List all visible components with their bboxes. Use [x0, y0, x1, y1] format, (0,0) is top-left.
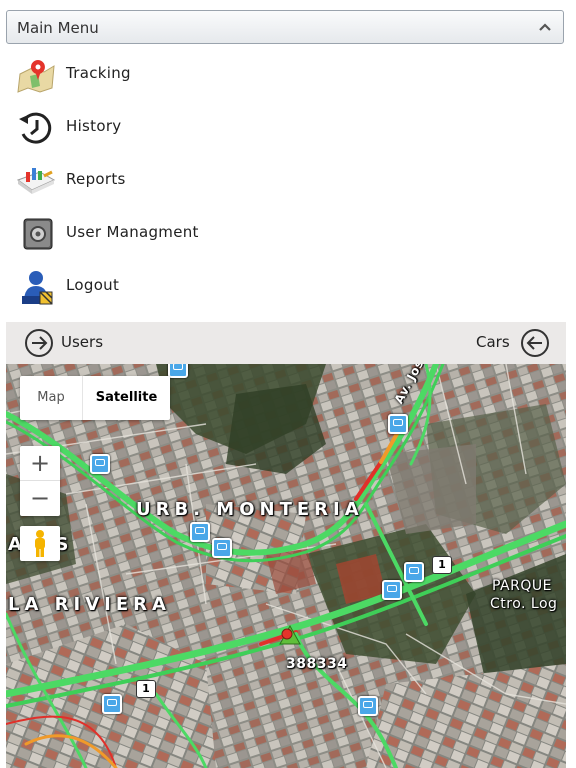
- menu-item-label: Logout: [66, 276, 120, 294]
- logout-icon: [22, 271, 53, 305]
- bus-stop-icon[interactable]: [190, 522, 210, 542]
- map-pin-icon: [17, 60, 55, 93]
- menu-item-label: Tracking: [66, 64, 131, 82]
- arrow-right-circle-icon[interactable]: [24, 328, 54, 358]
- bus-stop-icon[interactable]: [102, 694, 122, 714]
- satellite-imagery: [6, 364, 566, 768]
- pegman-icon: [35, 530, 45, 557]
- users-cars-bar: Users Cars: [6, 322, 566, 364]
- bus-stop-icon[interactable]: [90, 454, 110, 474]
- users-link[interactable]: Users: [61, 333, 103, 351]
- satellite-map[interactable]: URB. MONTERIA A ES LA RIVIERA PARQUE Ctr…: [6, 364, 566, 768]
- main-menu-header[interactable]: Main Menu: [6, 10, 564, 44]
- street-view-pegman[interactable]: [20, 526, 60, 561]
- bus-stop-icon[interactable]: [168, 364, 188, 378]
- vehicle-id-label[interactable]: 388334: [286, 656, 347, 672]
- zoom-control: + −: [20, 446, 60, 516]
- main-menu-title: Main Menu: [17, 19, 99, 37]
- bus-stop-icon[interactable]: [212, 538, 232, 558]
- reports-icon: [16, 168, 56, 194]
- user-management-icon: [23, 218, 53, 250]
- map-label-ctro-log: Ctro. Log: [490, 596, 558, 612]
- route-shield: 1: [432, 556, 452, 574]
- menu-item-label: User Managment: [66, 223, 199, 241]
- bus-stop-icon[interactable]: [404, 562, 424, 582]
- map-label-urb-monteria: URB. MONTERIA: [136, 499, 364, 520]
- map-label-la-riviera: LA RIVIERA: [8, 594, 171, 615]
- menu-item-tracking[interactable]: Tracking: [14, 52, 554, 96]
- menu-item-label: Reports: [66, 170, 126, 188]
- zoom-in-button[interactable]: +: [20, 446, 60, 481]
- menu-item-reports[interactable]: Reports: [14, 158, 554, 202]
- chevron-up-icon[interactable]: [537, 19, 553, 35]
- map-type-control: Map Satellite: [20, 376, 170, 420]
- route-shield: 1: [136, 680, 156, 698]
- zoom-out-button[interactable]: −: [20, 481, 60, 516]
- menu-item-user-management[interactable]: User Managment: [14, 211, 554, 255]
- bus-stop-icon[interactable]: [388, 414, 408, 434]
- bus-stop-icon[interactable]: [382, 580, 402, 600]
- history-clock-icon: [19, 112, 52, 144]
- bus-stop-icon[interactable]: [358, 696, 378, 716]
- menu-item-logout[interactable]: Logout: [14, 264, 554, 308]
- map-label-parque: PARQUE: [492, 578, 552, 594]
- map-type-satellite-button[interactable]: Satellite: [82, 376, 170, 420]
- map-type-map-button[interactable]: Map: [20, 376, 82, 420]
- menu-item-history[interactable]: History: [14, 105, 554, 149]
- menu-item-label: History: [66, 117, 122, 135]
- arrow-left-circle-icon[interactable]: [520, 328, 550, 358]
- cars-link[interactable]: Cars: [476, 333, 510, 351]
